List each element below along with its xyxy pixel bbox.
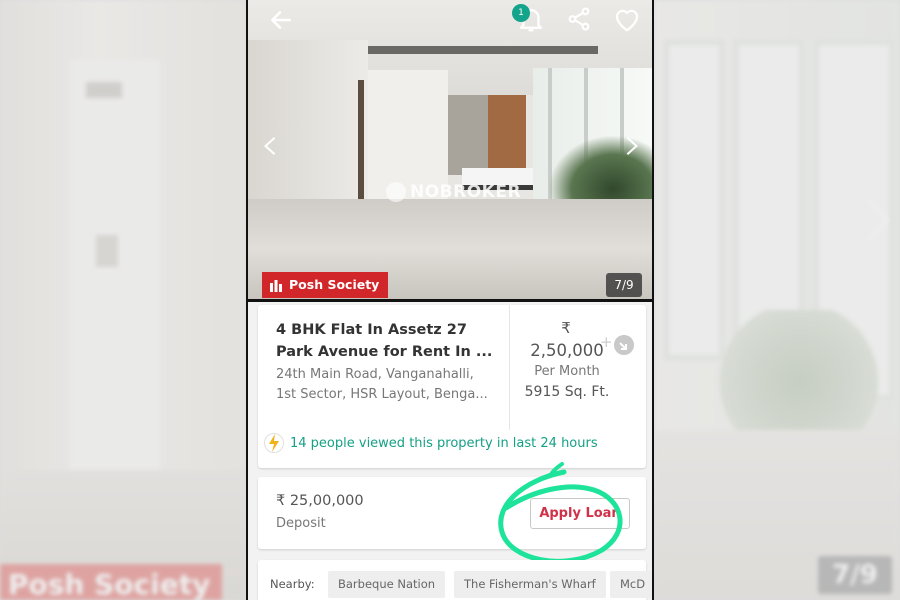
add-charges-icon[interactable] [614,335,634,355]
nearby-chip[interactable]: McD [610,571,652,598]
notification-count-badge: 1 [512,4,530,22]
chevron-left-icon[interactable] [260,135,282,157]
photo-wood-panel [488,95,526,175]
photo-corridor [448,95,488,175]
views-info: 14 people viewed this property in last 2… [264,432,598,454]
nearby-chip[interactable]: Barbeque Nation [328,571,446,598]
property-address: 24th Main Road, Vanganahalli, 1st Sector… [276,365,502,405]
bg-switch [96,235,118,267]
property-title-line: 4 BHK Flat In Assetz 27 [276,322,467,338]
property-title: 4 BHK Flat In Assetz 27 Park Avenue for … [276,319,494,363]
deposit-label: Deposit [276,516,326,531]
phone-screen: NOBROKER 1 Posh Society 7/9 4 BHK Flat I… [246,0,654,600]
bg-counter: 7/9 [818,556,892,594]
deposit-card: ₹ 25,00,000 Deposit Apply Loan [258,477,646,549]
property-photo-gallery[interactable]: NOBROKER 1 Posh Society 7/9 [248,0,652,302]
apply-loan-button[interactable]: Apply Loan [530,498,630,529]
photo-counter: 7/9 [606,273,642,297]
posh-society-badge: Posh Society [262,272,389,298]
background-photo-left: Posh Society [0,0,246,600]
plus-sign: + [600,333,613,351]
nearby-label: Nearby: [270,577,315,591]
watermark-text: NOBROKER [410,182,522,202]
heart-icon[interactable] [612,5,642,33]
area-size: 5915 Sq. Ft. [524,384,610,400]
property-title-line: Park Avenue for Rent In ... [276,344,493,360]
nearby-card: Nearby: Barbeque Nation The Fisherman's … [258,560,652,600]
address-line: 24th Main Road, Vanganahalli, [276,367,474,382]
notification-button[interactable]: 1 [512,4,546,34]
nearby-chip[interactable]: The Fisherman's Wharf [454,571,606,598]
views-text: 14 people viewed this property in last 2… [290,435,598,451]
bg-posh-badge: Posh Society [0,564,222,600]
posh-society-label: Posh Society [289,277,380,292]
price-section: ₹ 2,50,000 Per Month 5915 Sq. Ft. [510,319,646,400]
photo-vent [338,46,598,54]
chevron-right-icon[interactable] [620,135,642,157]
background-photo-right: 7/9 [654,0,900,600]
property-info-card[interactable]: 4 BHK Flat In Assetz 27 Park Avenue for … [258,305,646,468]
watermark-logo-icon [386,182,406,202]
back-arrow-icon[interactable] [268,7,294,33]
share-icon[interactable] [566,6,592,32]
building-icon [270,279,282,292]
address-line: 1st Sector, HSR Layout, Benga... [276,387,488,402]
lightning-icon [264,433,284,453]
bg-wall [70,60,160,490]
bg-plant [714,310,884,430]
watermark: NOBROKER [386,182,521,202]
deposit-amount: ₹ 25,00,000 [276,493,364,509]
bg-lamp [86,82,122,98]
rent-period: Per Month [534,364,600,379]
